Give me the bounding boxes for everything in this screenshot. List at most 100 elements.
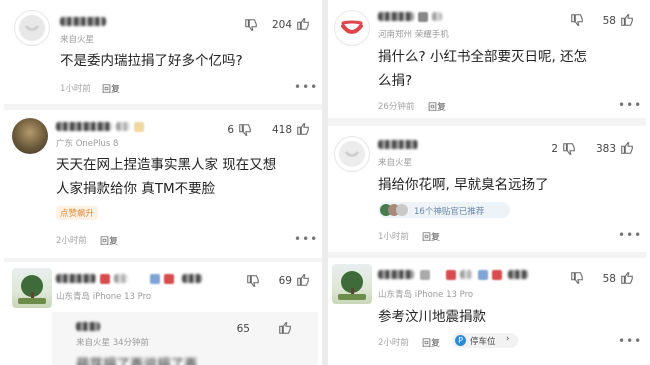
dislike-count: 6 — [227, 124, 234, 136]
more-button[interactable]: ••• — [294, 232, 318, 246]
comment-item[interactable]: 广东 OnePlus 8 6 418 天天在网上捏造事实黑人家 现在又想 人家捐… — [4, 110, 322, 258]
like-count: 383 — [595, 143, 616, 155]
reply-button[interactable]: 回复 — [102, 82, 120, 95]
avatar[interactable] — [12, 268, 52, 308]
location: 河南郑州 荣耀手机 — [378, 30, 449, 40]
like-count: 418 — [271, 124, 292, 136]
comment-panel-left: 来自火星 204 不是委内瑞拉捐了好多个亿吗? 1小时前 回复 ••• 广东 O… — [4, 0, 322, 365]
recommender-avatar — [396, 204, 408, 216]
sub-reply-like-count: 65 — [236, 323, 250, 335]
username-badge — [432, 12, 442, 21]
comment-text-line2: 人家捐款给你 真TM不要脸 — [56, 181, 216, 197]
like-count: 58 — [602, 15, 616, 27]
avatar[interactable] — [14, 10, 50, 46]
dislike-count: 2 — [551, 143, 558, 155]
divider — [322, 0, 328, 365]
like-icon[interactable] — [278, 321, 292, 335]
like-count: 58 — [602, 273, 616, 285]
username[interactable] — [378, 140, 418, 149]
dislike-icon[interactable] — [570, 13, 584, 27]
dislike-icon[interactable] — [570, 271, 584, 285]
like-icon[interactable] — [620, 13, 634, 27]
dislike-icon[interactable] — [562, 142, 576, 156]
parking-chip[interactable]: P 停车位 › — [452, 333, 518, 348]
app-logo-icon — [341, 20, 363, 34]
avatar[interactable] — [12, 118, 48, 154]
dislike-icon[interactable] — [244, 18, 258, 32]
comment-item[interactable]: 山东青岛 iPhone 13 Pro 58 参考汶川地震捐款 2小时前 回复 P… — [328, 258, 646, 365]
reply-button[interactable]: 回复 — [422, 230, 440, 243]
comment-text-line1: 天天在网上捏造事实黑人家 现在又想 — [56, 157, 277, 173]
username[interactable] — [378, 270, 414, 279]
user-badge-icon — [150, 274, 160, 284]
username[interactable] — [60, 17, 106, 26]
more-button[interactable]: ••• — [618, 228, 642, 242]
more-button[interactable]: ••• — [618, 98, 642, 112]
trending-badge: 点赞飙升 — [56, 206, 99, 220]
comment-panel-right: 河南郑州 荣耀手机 58 捐什么? 小红书全部要灭日呢, 还怎 么捐? 26分钟… — [328, 0, 646, 365]
user-badge-icon — [420, 270, 430, 280]
username[interactable] — [378, 12, 414, 21]
like-icon[interactable] — [296, 273, 310, 287]
parking-label: 停车位 — [470, 337, 496, 347]
like-icon[interactable] — [620, 271, 634, 285]
like-count: 69 — [278, 275, 292, 287]
comment-text-line1: 捐什么? 小红书全部要灭日呢, 还怎 — [378, 49, 588, 65]
username[interactable] — [56, 122, 112, 131]
location: 山东青岛 iPhone 13 Pro — [378, 290, 474, 300]
avatar[interactable] — [332, 264, 372, 304]
like-icon[interactable] — [296, 122, 310, 136]
username-badge — [508, 270, 528, 279]
comment-text-line2: 么捐? — [378, 73, 413, 89]
like-count: 204 — [271, 19, 292, 31]
comment-text: 不是委内瑞拉捐了好多个亿吗? — [60, 53, 243, 69]
comment-item[interactable]: 河南郑州 荣耀手机 58 捐什么? 小红书全部要灭日呢, 还怎 么捐? 26分钟… — [328, 0, 646, 118]
location: 广东 OnePlus 8 — [56, 139, 119, 149]
location: 山东青岛 iPhone 13 Pro — [56, 292, 152, 302]
avatar[interactable] — [334, 10, 370, 46]
timestamp: 2小时前 — [56, 236, 87, 246]
sub-reply-username[interactable] — [76, 322, 100, 331]
sub-reply-meta: 来自火星 34分钟前 — [76, 338, 150, 348]
like-icon[interactable] — [296, 17, 310, 31]
timestamp: 1小时前 — [378, 232, 409, 242]
parking-icon: P — [455, 335, 466, 346]
chevron-right-icon: › — [506, 334, 510, 344]
comment-text: 捐给你花啊, 早就臭名远扬了 — [378, 177, 549, 193]
like-icon[interactable] — [620, 141, 634, 155]
reply-button[interactable]: 回复 — [100, 234, 118, 247]
screenshot: 来自火星 204 不是委内瑞拉捐了好多个亿吗? 1小时前 回复 ••• 广东 O… — [0, 0, 650, 365]
timestamp: 26分钟前 — [378, 102, 415, 112]
location: 来自火星 — [378, 158, 413, 168]
user-badge-icon — [478, 270, 488, 280]
more-button[interactable]: ••• — [618, 334, 642, 348]
user-badge-icon — [446, 270, 456, 280]
timestamp: 2小时前 — [378, 338, 409, 348]
app-logo-icon — [19, 15, 45, 41]
comment-item[interactable]: 来自火星 2 383 捐给你花啊, 早就臭名远扬了 16个神贴官已推荐 1小时前… — [328, 126, 646, 252]
user-badge-icon — [492, 270, 502, 280]
comment-item[interactable]: 来自火星 204 不是委内瑞拉捐了好多个亿吗? 1小时前 回复 ••• — [4, 0, 322, 104]
comment-text: 参考汶川地震捐款 — [378, 309, 486, 325]
comment-item[interactable]: 山东青岛 iPhone 13 Pro 69 来自火星 34分钟前 65 萌芽捐了… — [4, 262, 322, 365]
location: 来自火星 — [60, 35, 95, 45]
avatar-image — [18, 275, 46, 304]
timestamp: 1小时前 — [60, 84, 91, 94]
username-badge — [460, 270, 472, 279]
dislike-icon[interactable] — [238, 123, 252, 137]
reply-button[interactable]: 回复 — [422, 336, 440, 349]
avatar[interactable] — [334, 136, 370, 172]
user-badge-icon — [164, 274, 174, 284]
username-badge — [116, 122, 130, 131]
username-badge — [114, 274, 128, 283]
sub-reply-text: 萌芽捐了再说捐了再 — [76, 357, 198, 365]
username-badge — [182, 274, 202, 283]
more-button[interactable]: ••• — [294, 80, 318, 94]
sub-reply[interactable]: 来自火星 34分钟前 65 萌芽捐了再说捐了再 — [52, 312, 318, 365]
reply-button[interactable]: 回复 — [428, 100, 446, 113]
username[interactable] — [56, 274, 96, 283]
dislike-icon[interactable] — [246, 274, 260, 288]
recommend-chip[interactable]: 16个神贴官已推荐 — [378, 202, 510, 218]
app-logo-icon — [339, 141, 365, 167]
user-badge-icon — [134, 122, 144, 132]
